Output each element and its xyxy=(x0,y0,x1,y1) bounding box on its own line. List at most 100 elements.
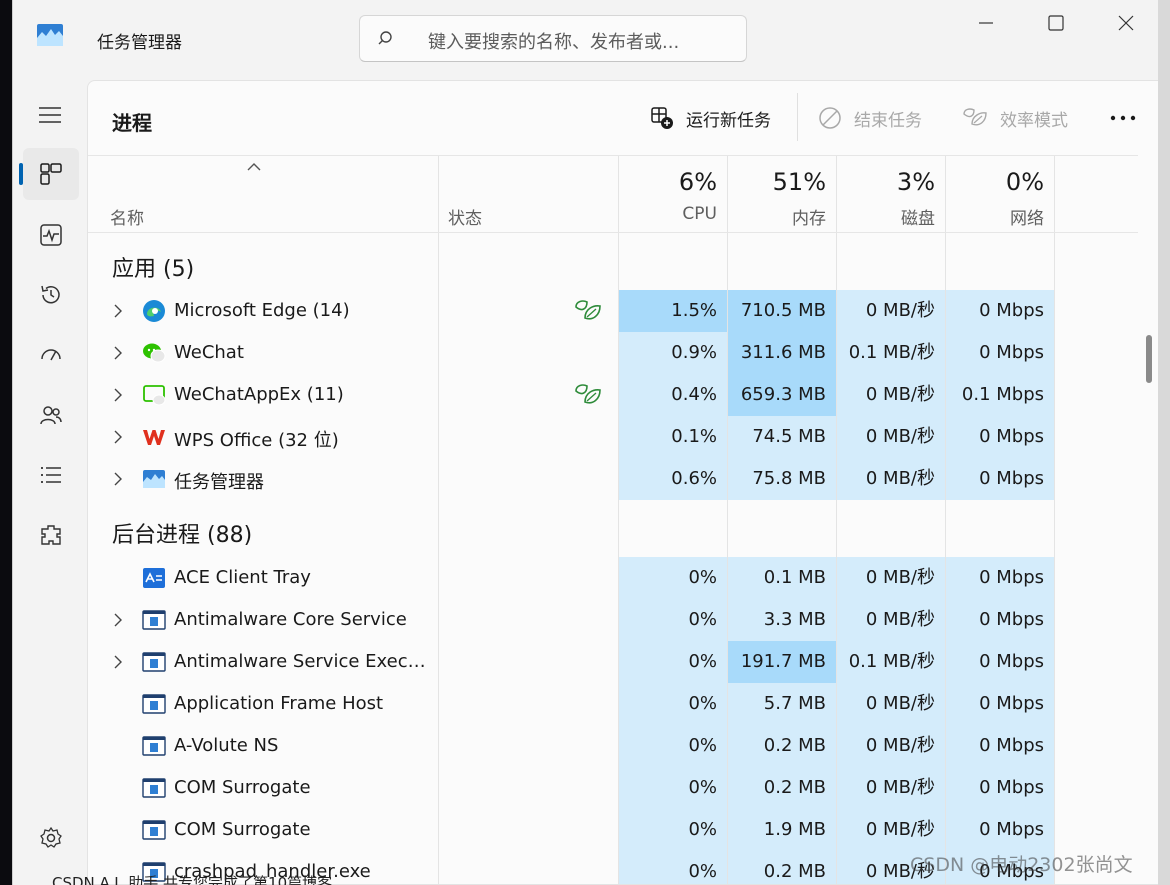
network-cell: 0 Mbps xyxy=(946,809,1054,851)
disk-cell: 0 MB/秒 xyxy=(837,725,945,767)
nav-details[interactable] xyxy=(23,449,79,501)
end-task-icon xyxy=(819,107,841,129)
close-button[interactable] xyxy=(1103,8,1149,38)
run-new-task-button[interactable]: 运行新任务 xyxy=(650,103,771,133)
memory-cell: 710.5 MB xyxy=(728,290,836,332)
table-row[interactable]: Antimalware Service Execut... 0% 191.7 M… xyxy=(88,641,1138,683)
background-window-text: CSDN A.I. 助手 共专您完成了第10篇博客 xyxy=(52,874,333,885)
table-row[interactable]: Application Frame Host 0% 5.7 MB 0 MB/秒 … xyxy=(88,683,1138,725)
nav-processes[interactable] xyxy=(23,148,79,200)
table-row[interactable]: 任务管理器 0.6% 75.8 MB 0 MB/秒 0 Mbps xyxy=(88,458,1138,500)
command-separator xyxy=(797,93,798,141)
process-name: Microsoft Edge (14) xyxy=(174,300,350,321)
memory-cell: 0.2 MB xyxy=(728,767,836,809)
process-name: COM Surrogate xyxy=(174,819,311,840)
cpu-cell: 0.1% xyxy=(619,416,727,458)
table-row[interactable]: ACE Client Tray 0% 0.1 MB 0 MB/秒 0 Mbps xyxy=(88,557,1138,599)
more-options-icon[interactable] xyxy=(1106,105,1140,131)
processes-icon xyxy=(40,163,62,185)
memory-cell: 75.8 MB xyxy=(728,458,836,500)
nav-startup-apps[interactable] xyxy=(23,329,79,381)
memory-cell: 0.1 MB xyxy=(728,557,836,599)
network-cell: 0 Mbps xyxy=(946,683,1054,725)
column-header-status[interactable]: 状态 xyxy=(448,204,482,229)
hamburger-menu-icon[interactable] xyxy=(38,106,62,124)
memory-cell: 311.6 MB xyxy=(728,332,836,374)
ace-icon xyxy=(143,568,165,588)
service-icon xyxy=(142,610,166,630)
memory-cell: 0.2 MB xyxy=(728,725,836,767)
wechat-appex-icon xyxy=(143,385,166,406)
table-row[interactable]: Antimalware Core Service 0% 3.3 MB 0 MB/… xyxy=(88,599,1138,641)
column-header-cpu[interactable]: CPU xyxy=(619,204,717,224)
search-icon xyxy=(378,31,392,45)
wps-icon xyxy=(143,430,165,445)
memory-cell: 3.3 MB xyxy=(728,599,836,641)
task-manager-icon xyxy=(37,24,63,46)
end-task-button[interactable]: 结束任务 xyxy=(818,103,922,133)
network-cell: 0 Mbps xyxy=(946,332,1054,374)
table-row[interactable]: WPS Office (32 位) 0.1% 74.5 MB 0 MB/秒 0 … xyxy=(88,416,1138,458)
disk-total-percent[interactable]: 3% xyxy=(837,168,935,196)
sort-ascending-icon[interactable] xyxy=(246,162,262,172)
process-name: WeChat xyxy=(174,342,244,363)
chevron-right-icon[interactable] xyxy=(112,345,124,361)
startup-apps-icon xyxy=(41,349,61,361)
maximize-button[interactable] xyxy=(1033,8,1079,38)
disk-cell: 0 MB/秒 xyxy=(837,599,945,641)
column-header-disk[interactable]: 磁盘 xyxy=(837,204,935,229)
process-name: A-Volute NS xyxy=(174,735,279,756)
efficiency-mode-icon xyxy=(575,300,601,320)
chevron-right-icon[interactable] xyxy=(112,429,124,445)
memory-cell: 1.9 MB xyxy=(728,809,836,851)
minimize-button[interactable] xyxy=(963,8,1009,38)
group-header-apps[interactable]: 应用 (5) xyxy=(112,251,194,283)
disk-cell: 0 MB/秒 xyxy=(837,809,945,851)
run-new-task-label: 运行新任务 xyxy=(686,110,771,131)
cpu-total-percent[interactable]: 6% xyxy=(619,168,717,196)
nav-performance[interactable] xyxy=(23,209,79,261)
search-box[interactable]: 键入要搜索的名称、发布者或... xyxy=(359,15,747,62)
table-row[interactable]: WeChatAppEx (11) 0.4% 659.3 MB 0 MB/秒 0.… xyxy=(88,374,1138,416)
nav-services[interactable] xyxy=(23,509,79,561)
service-icon xyxy=(142,820,166,840)
chevron-right-icon[interactable] xyxy=(112,612,124,628)
chevron-right-icon[interactable] xyxy=(112,387,124,403)
disk-cell: 0 MB/秒 xyxy=(837,416,945,458)
nav-users[interactable] xyxy=(23,389,79,441)
column-header-network[interactable]: 网络 xyxy=(946,204,1044,229)
process-name: Antimalware Core Service xyxy=(174,609,407,630)
network-cell: 0 Mbps xyxy=(946,557,1054,599)
nav-settings[interactable] xyxy=(23,812,79,864)
vertical-scrollbar-thumb[interactable] xyxy=(1146,335,1152,383)
service-icon xyxy=(142,652,166,672)
chevron-right-icon[interactable] xyxy=(112,471,124,487)
services-icon xyxy=(41,525,61,545)
table-row[interactable]: A-Volute NS 0% 0.2 MB 0 MB/秒 0 Mbps xyxy=(88,725,1138,767)
process-name: Antimalware Service Execut... xyxy=(174,651,426,672)
cpu-cell: 0% xyxy=(619,809,727,851)
process-name: WeChatAppEx (11) xyxy=(174,384,344,405)
table-row[interactable]: Microsoft Edge (14) 1.5% 710.5 MB 0 MB/秒… xyxy=(88,290,1138,332)
table-row[interactable]: COM Surrogate 0% 1.9 MB 0 MB/秒 0 Mbps xyxy=(88,809,1138,851)
efficiency-mode-button[interactable]: 效率模式 xyxy=(962,103,1068,133)
service-icon xyxy=(142,736,166,756)
cpu-cell: 0.9% xyxy=(619,332,727,374)
column-header-memory[interactable]: 内存 xyxy=(728,204,826,229)
table-row[interactable]: COM Surrogate 0% 0.2 MB 0 MB/秒 0 Mbps xyxy=(88,767,1138,809)
column-header-name[interactable]: 名称 xyxy=(110,204,144,229)
disk-cell: 0 MB/秒 xyxy=(837,767,945,809)
memory-cell: 0.2 MB xyxy=(728,851,836,884)
memory-total-percent[interactable]: 51% xyxy=(728,168,826,196)
table-row[interactable]: WeChat 0.9% 311.6 MB 0.1 MB/秒 0 Mbps xyxy=(88,332,1138,374)
network-total-percent[interactable]: 0% xyxy=(946,168,1044,196)
chevron-right-icon[interactable] xyxy=(112,303,124,319)
nav-app-history[interactable] xyxy=(23,269,79,321)
group-header-background[interactable]: 后台进程 (88) xyxy=(112,517,252,549)
chevron-right-icon[interactable] xyxy=(112,654,124,670)
users-icon xyxy=(40,406,62,425)
network-cell: 0 Mbps xyxy=(946,641,1054,683)
efficiency-mode-label: 效率模式 xyxy=(1000,110,1068,131)
service-icon xyxy=(142,778,166,798)
cpu-cell: 0% xyxy=(619,683,727,725)
